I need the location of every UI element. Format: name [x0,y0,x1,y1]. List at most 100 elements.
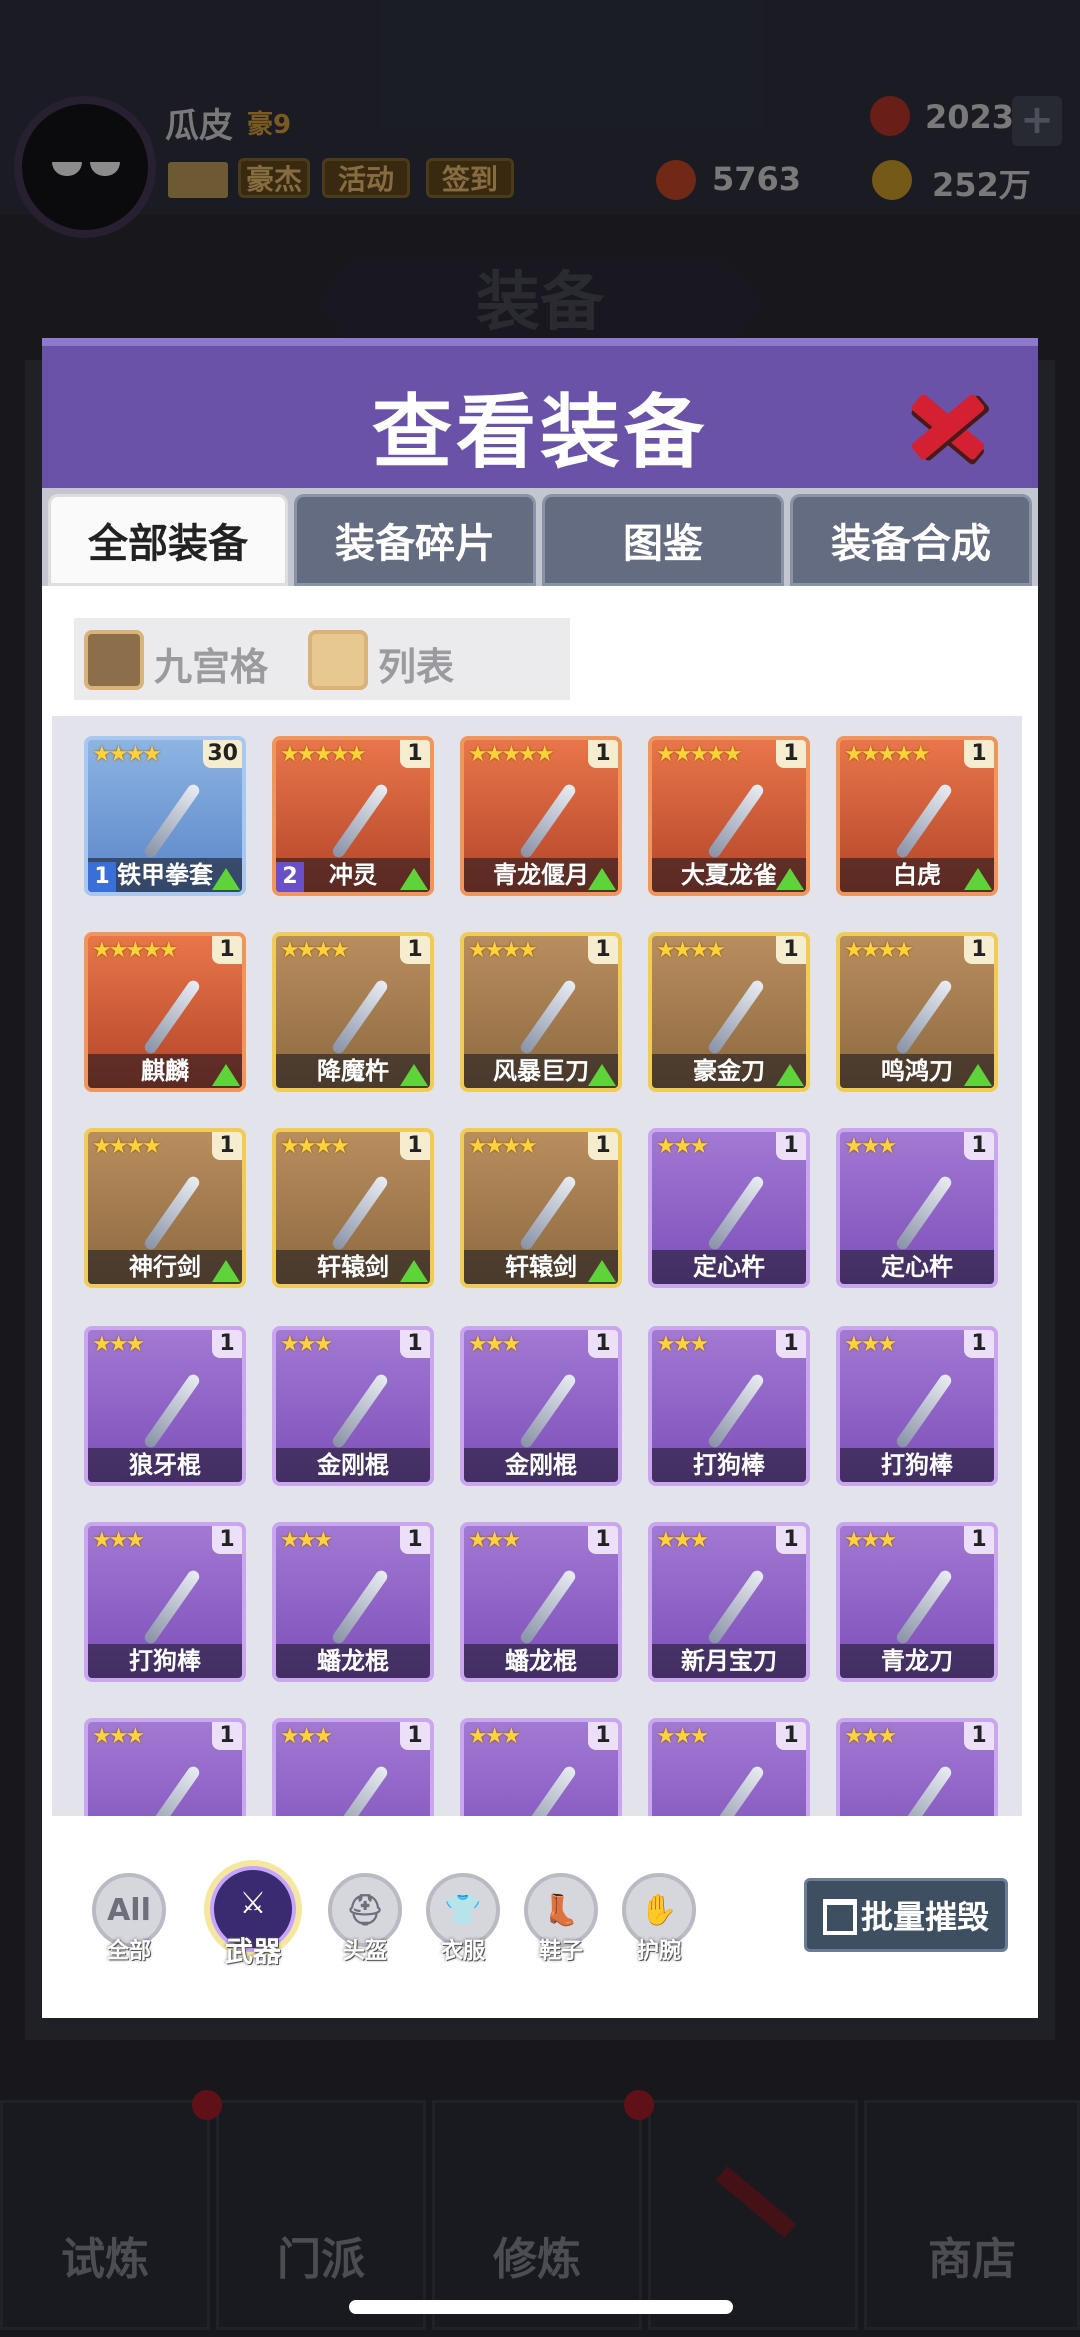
equipment-card[interactable]: ★★★ 1 新月宝刀 [648,1522,810,1682]
equipment-card[interactable]: ★★★ 1 [836,1718,998,1816]
item-count: 1 [588,1526,618,1554]
star-rating: ★★★ [844,1134,897,1159]
grid-view-label[interactable]: 九宫格 [154,636,268,691]
tab-all-equipment[interactable]: 全部装备 [48,494,288,586]
close-icon[interactable] [902,381,992,471]
filter-label: 武器 [224,1935,281,1968]
weapon-icon [702,1760,768,1816]
weapon-blade [330,1764,390,1816]
tab-codex[interactable]: 图鉴 [542,494,784,586]
item-name: 定心杵 [840,1250,994,1284]
item-name: 青龙刀 [840,1644,994,1678]
weapon-blade [706,1568,766,1646]
weapon-icon [890,1564,956,1650]
equipment-card[interactable]: ★★★ 1 打狗棒 [648,1326,810,1486]
filter-icon: 👢 [542,1893,580,1928]
equipment-card[interactable]: ★★★★★ 1 青龙偃月 [460,736,622,896]
equipment-card[interactable]: ★★★ 1 金刚棍 [272,1326,434,1486]
weapon-icon [514,1564,580,1650]
star-rating: ★★★★★ [92,938,179,963]
equipment-card[interactable]: ★★★★ 1 轩辕剑 [272,1128,434,1288]
weapon-icon [326,1368,392,1454]
equipment-grid: ★★★★ 30 铁甲拳套 1 ★★★★★ 1 冲灵 2 ★★★★★ 1 青龙偃月 ★★★★★ 1 大夏龙雀… [52,716,1022,1816]
equipment-card[interactable]: ★★★★★ 1 冲灵 2 [272,736,434,896]
equipment-card[interactable]: ★★★ 1 打狗棒 [84,1522,246,1682]
batch-destroy-button[interactable]: 批量摧毁 [804,1878,1008,1952]
item-name: 蟠龙棍 [464,1644,618,1678]
weapon-blade [330,1568,390,1646]
enhance-level-badge: 1 [88,862,116,892]
grid-view-icon[interactable] [84,630,144,690]
list-view-label[interactable]: 列表 [378,636,454,691]
weapon-icon [138,974,204,1060]
equipment-card[interactable]: ★★★★ 1 豪金刀 [648,932,810,1092]
equipment-card[interactable]: ★★★ 1 [648,1718,810,1816]
item-count: 1 [776,1330,806,1358]
weapon-icon [702,1170,768,1256]
equipment-card[interactable]: ★★★ 1 蟠龙棍 [272,1522,434,1682]
item-count: 1 [776,1722,806,1750]
item-count: 1 [400,1526,430,1554]
item-count: 1 [400,740,430,768]
equipment-card[interactable]: ★★★ 1 [460,1718,622,1816]
weapon-blade [142,1174,202,1252]
weapon-blade [894,1174,954,1252]
tab-equipment-fragments[interactable]: 装备碎片 [294,494,536,586]
weapon-blade [894,1568,954,1646]
weapon-icon [890,778,956,864]
weapon-blade [518,1372,578,1450]
star-rating: ★★★ [468,1724,521,1749]
weapon-icon [702,1368,768,1454]
equipment-card[interactable]: ★★★ 1 打狗棒 [836,1326,998,1486]
weapon-icon [326,778,392,864]
star-rating: ★★★ [280,1332,333,1357]
equipment-card[interactable]: ★★★★★ 1 大夏龙雀 [648,736,810,896]
item-count: 1 [400,936,430,964]
weapon-blade [518,1174,578,1252]
weapon-icon [890,1170,956,1256]
equipment-card[interactable]: ★★★ 1 狼牙棍 [84,1326,246,1486]
star-rating: ★★★ [844,1724,897,1749]
equipment-card[interactable]: ★★★★★ 1 白虎 [836,736,998,896]
weapon-blade [142,978,202,1056]
item-count: 1 [964,1330,994,1358]
equipment-card[interactable]: ★★★ 1 定心杵 [836,1128,998,1288]
star-rating: ★★★★ [468,1134,538,1159]
equipment-card[interactable]: ★★★ 1 定心杵 [648,1128,810,1288]
item-count: 1 [588,740,618,768]
upgrade-arrow-icon [588,868,616,890]
weapon-blade [894,1372,954,1450]
item-name: 打狗棒 [840,1448,994,1482]
item-count: 1 [212,936,242,964]
home-indicator [349,2300,733,2314]
weapon-blade [518,978,578,1056]
equipment-modal: 查看装备 全部装备 装备碎片 图鉴 装备合成 九宫格 列表 ★★★★ 30 铁甲拳套… [42,338,1038,2018]
weapon-icon [326,1564,392,1650]
equipment-card[interactable]: ★★★ 1 [272,1718,434,1816]
equipment-card[interactable]: ★★★★ 1 神行剑 [84,1128,246,1288]
equipment-card[interactable]: ★★★ 1 蟠龙棍 [460,1522,622,1682]
equipment-card[interactable]: ★★★★ 1 风暴巨刀 [460,932,622,1092]
equipment-card[interactable]: ★★★ 1 金刚棍 [460,1326,622,1486]
equipment-card[interactable]: ★★★ 1 青龙刀 [836,1522,998,1682]
star-rating: ★★★★★ [656,742,743,767]
item-name: 定心杵 [652,1250,806,1284]
tab-equipment-synthesis[interactable]: 装备合成 [790,494,1032,586]
weapon-icon [514,974,580,1060]
equipment-card[interactable]: ★★★★ 30 铁甲拳套 1 [84,736,246,896]
weapon-blade [142,782,202,860]
equipment-card[interactable]: ★★★★ 1 轩辕剑 [460,1128,622,1288]
equipment-card[interactable]: ★★★★★ 1 麒麟 [84,932,246,1092]
equipment-card[interactable]: ★★★ 1 [84,1718,246,1816]
weapon-blade [330,782,390,860]
filter-label: 鞋子 [538,1939,583,1964]
weapon-icon [890,974,956,1060]
list-view-icon[interactable] [308,630,368,690]
filter-icon: All [107,1893,151,1928]
weapon-blade [706,978,766,1056]
equipment-card[interactable]: ★★★★ 1 降魔杵 [272,932,434,1092]
equipment-card[interactable]: ★★★★ 1 鸣鸿刀 [836,932,998,1092]
weapon-icon [702,974,768,1060]
filter-icon: 👕 [444,1893,482,1928]
item-count: 1 [212,1526,242,1554]
